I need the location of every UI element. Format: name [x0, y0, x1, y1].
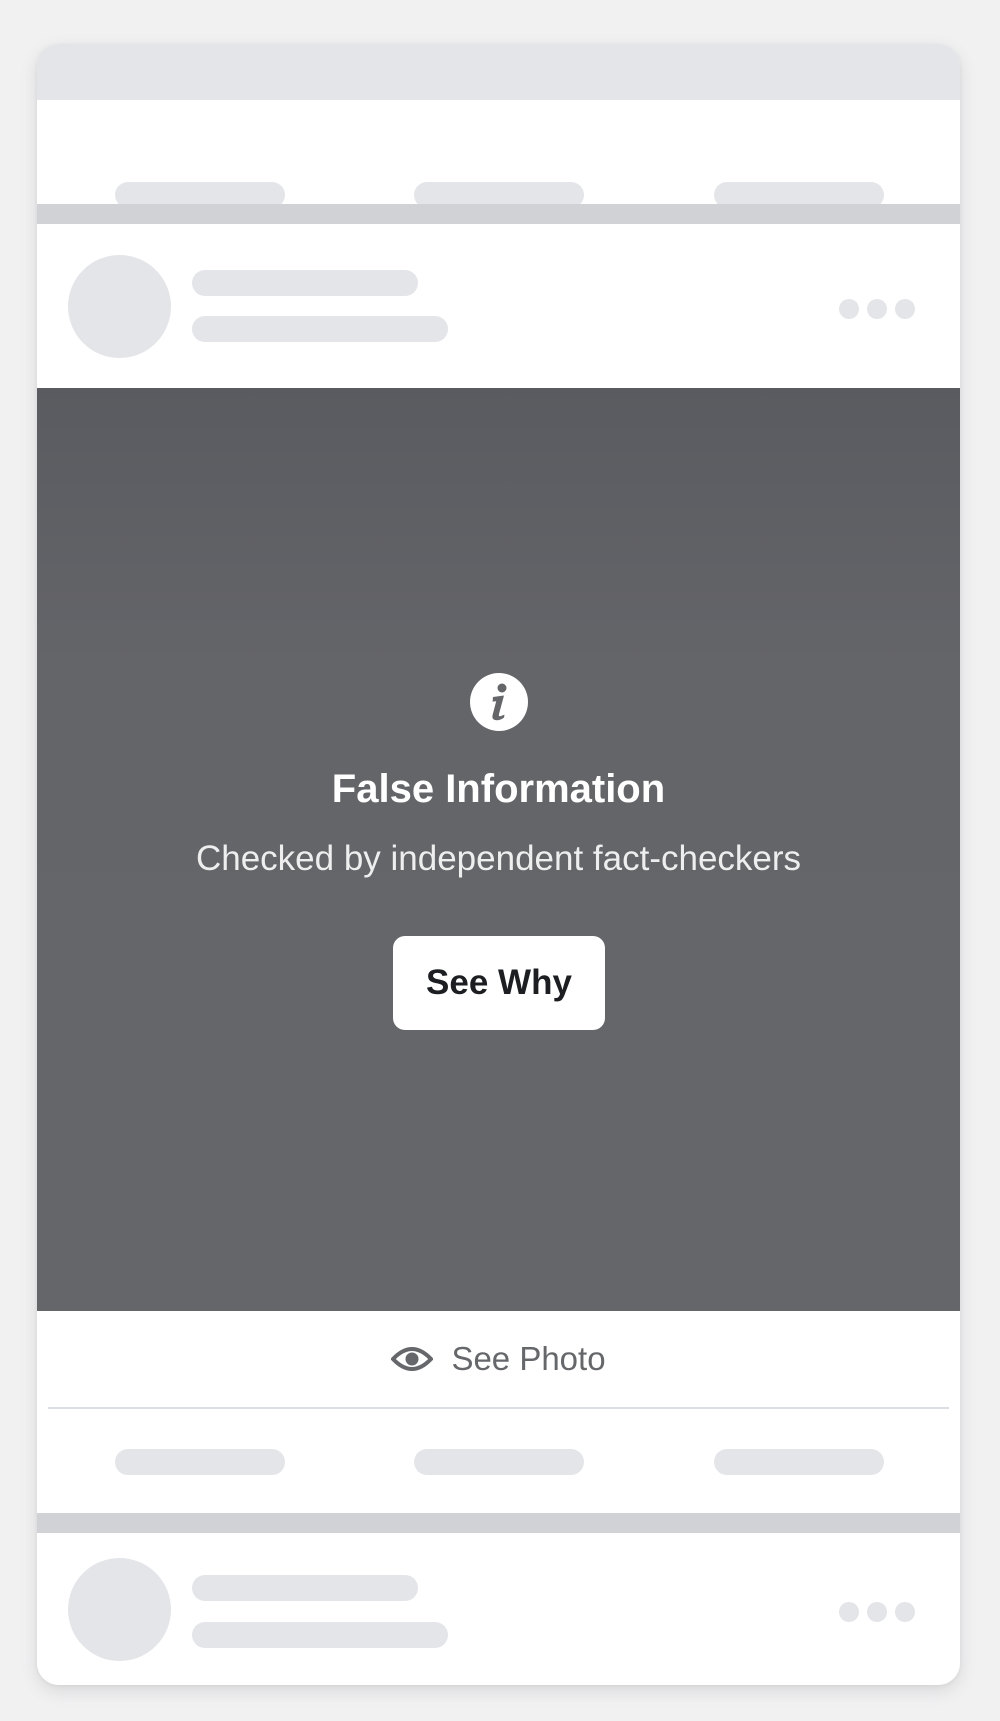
more-dot	[839, 299, 859, 319]
warning-title: False Information	[331, 767, 666, 811]
section-divider	[37, 204, 960, 224]
more-options-button[interactable]	[839, 1599, 919, 1625]
post-meta-placeholder	[192, 1622, 448, 1648]
more-dot	[839, 1602, 859, 1622]
action-bar-placeholder	[37, 1409, 960, 1513]
action-button-placeholder[interactable]	[414, 1449, 584, 1475]
action-button-placeholder[interactable]	[714, 1449, 884, 1475]
more-dot	[895, 1602, 915, 1622]
author-name-placeholder	[192, 270, 418, 296]
warning-subtitle: Checked by independent fact-checkers	[195, 839, 802, 878]
see-why-button[interactable]: See Why	[393, 936, 605, 1030]
more-dot	[867, 1602, 887, 1622]
action-button-placeholder[interactable]	[115, 1449, 285, 1475]
avatar-placeholder[interactable]	[68, 1558, 171, 1661]
see-photo-button[interactable]: See Photo	[37, 1311, 960, 1407]
post-meta-placeholder	[192, 316, 448, 342]
see-photo-label: See Photo	[451, 1340, 606, 1377]
phone-frame: False Information Checked by independent…	[37, 44, 960, 1685]
next-post-header	[37, 1533, 960, 1685]
info-icon	[470, 673, 528, 731]
status-bar-placeholder	[37, 44, 960, 100]
author-name-placeholder	[192, 1575, 418, 1601]
post-header	[37, 224, 960, 388]
more-dot	[895, 299, 915, 319]
eye-icon	[391, 1347, 434, 1371]
more-dot	[867, 299, 887, 319]
avatar-placeholder[interactable]	[68, 255, 171, 358]
more-options-button[interactable]	[839, 296, 919, 322]
section-divider	[37, 1513, 960, 1533]
